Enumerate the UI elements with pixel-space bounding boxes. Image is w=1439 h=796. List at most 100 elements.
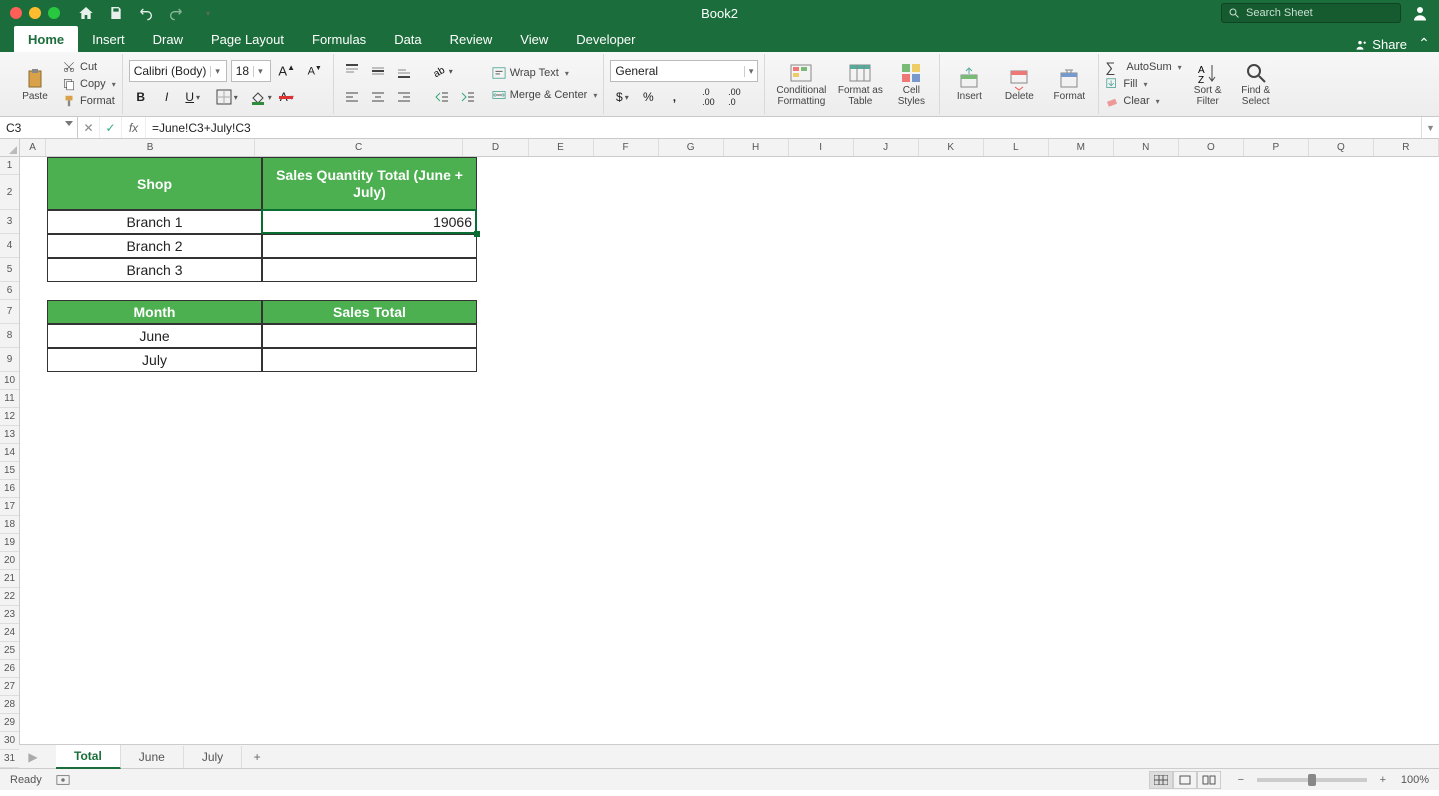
save-icon[interactable]	[108, 5, 124, 21]
row-header[interactable]: 16	[0, 480, 19, 498]
spreadsheet-grid[interactable]: 1234567891011121314151617181920212223242…	[0, 139, 1439, 744]
tab-draw[interactable]: Draw	[139, 26, 197, 52]
row-header[interactable]: 9	[0, 348, 19, 372]
column-header[interactable]: J	[854, 139, 919, 156]
zoom-slider[interactable]	[1257, 778, 1367, 782]
paste-button[interactable]: Paste	[12, 67, 58, 102]
row-header[interactable]: 3	[0, 210, 19, 234]
row-header[interactable]: 6	[0, 282, 19, 300]
row-header[interactable]: 19	[0, 534, 19, 552]
column-header[interactable]: A	[20, 139, 46, 156]
decrease-decimal-icon[interactable]: .00.0	[722, 86, 746, 108]
row-header[interactable]: 10	[0, 372, 19, 390]
redo-icon[interactable]	[168, 5, 184, 21]
name-box[interactable]: C3	[0, 117, 78, 138]
table2-header-total[interactable]: Sales Total	[262, 300, 477, 324]
tab-insert[interactable]: Insert	[78, 26, 139, 52]
zoom-in-button[interactable]: +	[1375, 774, 1391, 786]
cancel-formula-icon[interactable]: ✕	[78, 117, 100, 138]
percent-icon[interactable]: %	[636, 86, 660, 108]
conditional-formatting-button[interactable]: Conditional Formatting	[771, 61, 831, 107]
clear-button[interactable]: Clear▾	[1105, 94, 1181, 109]
row-header[interactable]: 7	[0, 300, 19, 324]
formula-input[interactable]: =June!C3+July!C3	[146, 117, 1421, 138]
tab-page-layout[interactable]: Page Layout	[197, 26, 298, 52]
table1-header-total[interactable]: Sales Quantity Total (June + July)	[262, 157, 477, 210]
row-header[interactable]: 23	[0, 606, 19, 624]
decrease-indent-icon[interactable]	[430, 86, 454, 108]
tab-data[interactable]: Data	[380, 26, 435, 52]
merge-center-button[interactable]: Merge & Center▾	[492, 86, 598, 104]
account-icon[interactable]	[1411, 4, 1429, 22]
undo-icon[interactable]	[138, 5, 154, 21]
tab-view[interactable]: View	[506, 26, 562, 52]
normal-view-icon[interactable]	[1149, 771, 1173, 789]
cut-button[interactable]: Cut	[62, 60, 116, 75]
autosum-button[interactable]: ∑ AutoSum▾	[1105, 60, 1181, 75]
sheet-tab-july[interactable]: July	[184, 746, 242, 768]
column-header[interactable]: E	[529, 139, 594, 156]
tab-review[interactable]: Review	[436, 26, 507, 52]
table1-header-shop[interactable]: Shop	[47, 157, 262, 210]
format-painter-button[interactable]: Format	[62, 94, 116, 109]
tab-home[interactable]: Home	[14, 26, 78, 52]
italic-icon[interactable]: I	[155, 86, 179, 108]
table1-cell-shop[interactable]: Branch 1	[47, 210, 262, 234]
row-header[interactable]: 8	[0, 324, 19, 348]
row-header[interactable]: 13	[0, 426, 19, 444]
sheet-tab-june[interactable]: June	[121, 746, 184, 768]
column-header[interactable]: R	[1374, 139, 1439, 156]
underline-icon[interactable]: U	[181, 86, 205, 108]
row-header[interactable]: 27	[0, 678, 19, 696]
table1-cell-total[interactable]	[262, 258, 477, 282]
number-format-combo[interactable]: General▾	[610, 60, 758, 82]
cell-styles-button[interactable]: Cell Styles	[889, 61, 933, 107]
row-header[interactable]: 5	[0, 258, 19, 282]
font-color-icon[interactable]: A	[275, 86, 299, 108]
row-header[interactable]: 14	[0, 444, 19, 462]
column-header[interactable]: F	[594, 139, 659, 156]
row-header[interactable]: 31	[0, 750, 19, 768]
decrease-font-icon[interactable]: A▼	[303, 60, 327, 82]
column-header[interactable]: H	[724, 139, 789, 156]
fill-handle[interactable]	[474, 231, 480, 237]
align-right-icon[interactable]	[392, 86, 416, 108]
column-header[interactable]: C	[255, 139, 464, 156]
select-all-corner[interactable]	[0, 139, 19, 157]
align-bottom-icon[interactable]	[392, 60, 416, 82]
table2-cell-month[interactable]: June	[47, 324, 262, 348]
row-header[interactable]: 12	[0, 408, 19, 426]
add-sheet-button[interactable]: +	[242, 750, 272, 764]
sort-filter-button[interactable]: AZSort & Filter	[1186, 61, 1230, 107]
minimize-window-button[interactable]	[29, 7, 41, 19]
collapse-ribbon-icon[interactable]: ⌃	[1415, 35, 1439, 52]
increase-decimal-icon[interactable]: .0.00	[696, 86, 720, 108]
row-header[interactable]: 2	[0, 175, 19, 210]
row-header[interactable]: 21	[0, 570, 19, 588]
page-layout-view-icon[interactable]	[1173, 771, 1197, 789]
qat-dropdown-icon[interactable]: ▾	[200, 5, 216, 21]
fx-icon[interactable]: fx	[122, 117, 146, 138]
expand-formula-bar-icon[interactable]: ▼	[1421, 117, 1439, 138]
insert-cells-button[interactable]: Insert	[946, 67, 992, 102]
column-header[interactable]: O	[1179, 139, 1244, 156]
column-header[interactable]: D	[463, 139, 528, 156]
table1-cell-total[interactable]: 19066	[262, 210, 477, 234]
wrap-text-button[interactable]: Wrap Text▾	[492, 64, 598, 82]
align-center-icon[interactable]	[366, 86, 390, 108]
tab-developer[interactable]: Developer	[562, 26, 649, 52]
close-window-button[interactable]	[10, 7, 22, 19]
row-header[interactable]: 26	[0, 660, 19, 678]
increase-indent-icon[interactable]	[456, 86, 480, 108]
row-header[interactable]: 11	[0, 390, 19, 408]
row-header[interactable]: 25	[0, 642, 19, 660]
table1-cell-total[interactable]	[262, 234, 477, 258]
delete-cells-button[interactable]: Delete	[996, 67, 1042, 102]
row-header[interactable]: 4	[0, 234, 19, 258]
column-header[interactable]: Q	[1309, 139, 1374, 156]
table2-header-month[interactable]: Month	[47, 300, 262, 324]
align-middle-icon[interactable]	[366, 60, 390, 82]
borders-icon[interactable]	[215, 86, 239, 108]
share-button[interactable]: Share	[1345, 37, 1415, 52]
row-header[interactable]: 28	[0, 696, 19, 714]
